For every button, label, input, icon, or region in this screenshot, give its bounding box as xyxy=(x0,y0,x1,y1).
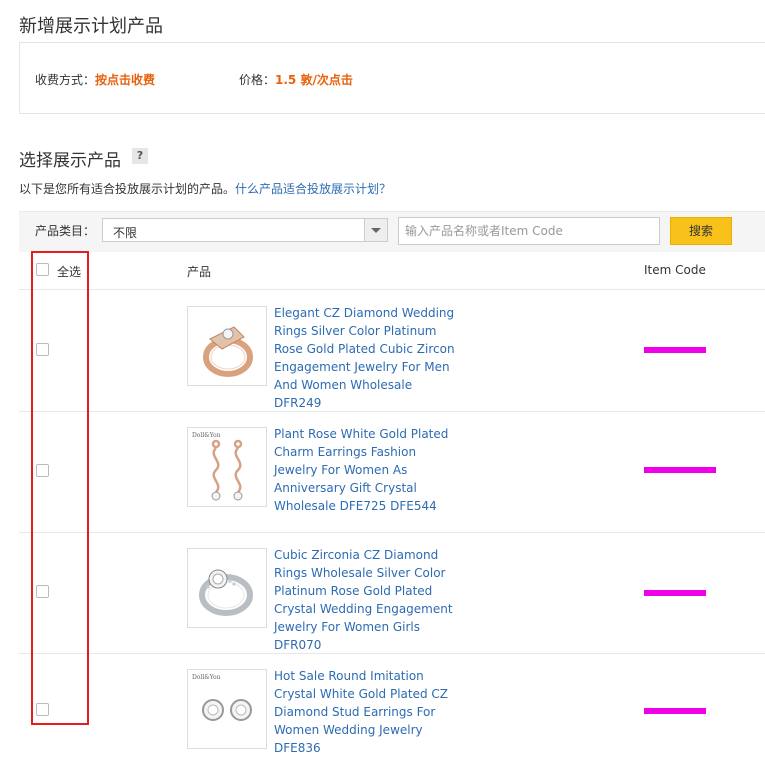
charge-method-value: 按点击收费 xyxy=(95,73,156,87)
chevron-down-icon[interactable] xyxy=(364,219,387,241)
row-checkbox[interactable] xyxy=(36,585,49,598)
column-header-item-code: Item Code xyxy=(644,263,706,277)
row-checkbox[interactable] xyxy=(36,703,49,716)
charge-price-label: 价格： xyxy=(239,73,276,87)
category-select-value: 不限 xyxy=(113,226,138,240)
select-all-label[interactable]: 全选 xyxy=(57,263,81,280)
product-title-link[interactable]: Plant Rose White Gold Plated Charm Earri… xyxy=(274,425,459,515)
table-header: 全选 产品 Item Code xyxy=(19,251,765,290)
search-input[interactable] xyxy=(398,217,660,245)
item-code-redacted xyxy=(644,467,716,473)
page-title: 新增展示计划产品 xyxy=(19,16,163,37)
column-header-product: 产品 xyxy=(187,265,212,279)
charge-method-label: 收费方式： xyxy=(35,73,96,87)
table-row: Elegant CZ Diamond Wedding Rings Silver … xyxy=(19,290,765,412)
item-code-redacted xyxy=(644,708,706,714)
product-image[interactable]: Doll&Yon xyxy=(187,669,267,749)
table-row: Doll&Yon Plant Rose White Gold Plated Ch… xyxy=(19,411,765,533)
charge-info-box: 收费方式：按点击收费 价格：1.5 敦/次点击 xyxy=(19,42,765,114)
select-all-checkbox[interactable] xyxy=(36,263,49,276)
table-row: Doll&Yon Hot Sale Round Imitation Crysta… xyxy=(19,653,765,774)
product-title-link[interactable]: Hot Sale Round Imitation Crystal White G… xyxy=(274,667,459,757)
help-icon[interactable]: ? xyxy=(132,148,148,164)
category-label: 产品类目： xyxy=(35,224,96,238)
intro-help-link[interactable]: 什么产品适合投放展示计划？ xyxy=(235,182,391,196)
item-code-redacted xyxy=(644,590,706,596)
svg-text:Doll&Yon: Doll&Yon xyxy=(192,432,221,439)
svg-text:Doll&Yon: Doll&Yon xyxy=(192,674,221,681)
intro-text: 以下是您所有适合投放展示计划的产品。什么产品适合投放展示计划？ xyxy=(19,180,391,197)
item-code-redacted xyxy=(644,347,706,353)
charge-price-value: 1.5 敦/次点击 xyxy=(275,73,353,87)
row-checkbox[interactable] xyxy=(36,464,49,477)
product-image[interactable] xyxy=(187,548,267,628)
product-title-link[interactable]: Elegant CZ Diamond Wedding Rings Silver … xyxy=(274,304,459,412)
product-title-link[interactable]: Cubic Zirconia CZ Diamond Rings Wholesal… xyxy=(274,546,459,654)
search-button[interactable]: 搜索 xyxy=(670,217,732,245)
table-row: Cubic Zirconia CZ Diamond Rings Wholesal… xyxy=(19,532,765,654)
intro-text-body: 以下是您所有适合投放展示计划的产品。 xyxy=(19,182,236,196)
product-image[interactable]: Doll&Yon xyxy=(187,427,267,507)
product-image[interactable] xyxy=(187,306,267,386)
charge-price: 价格：1.5 敦/次点击 xyxy=(239,71,353,88)
row-checkbox[interactable] xyxy=(36,343,49,356)
category-select[interactable]: 不限 xyxy=(102,218,388,242)
charge-method: 收费方式：按点击收费 xyxy=(35,71,155,88)
section-title: 选择展示产品 xyxy=(19,151,121,171)
